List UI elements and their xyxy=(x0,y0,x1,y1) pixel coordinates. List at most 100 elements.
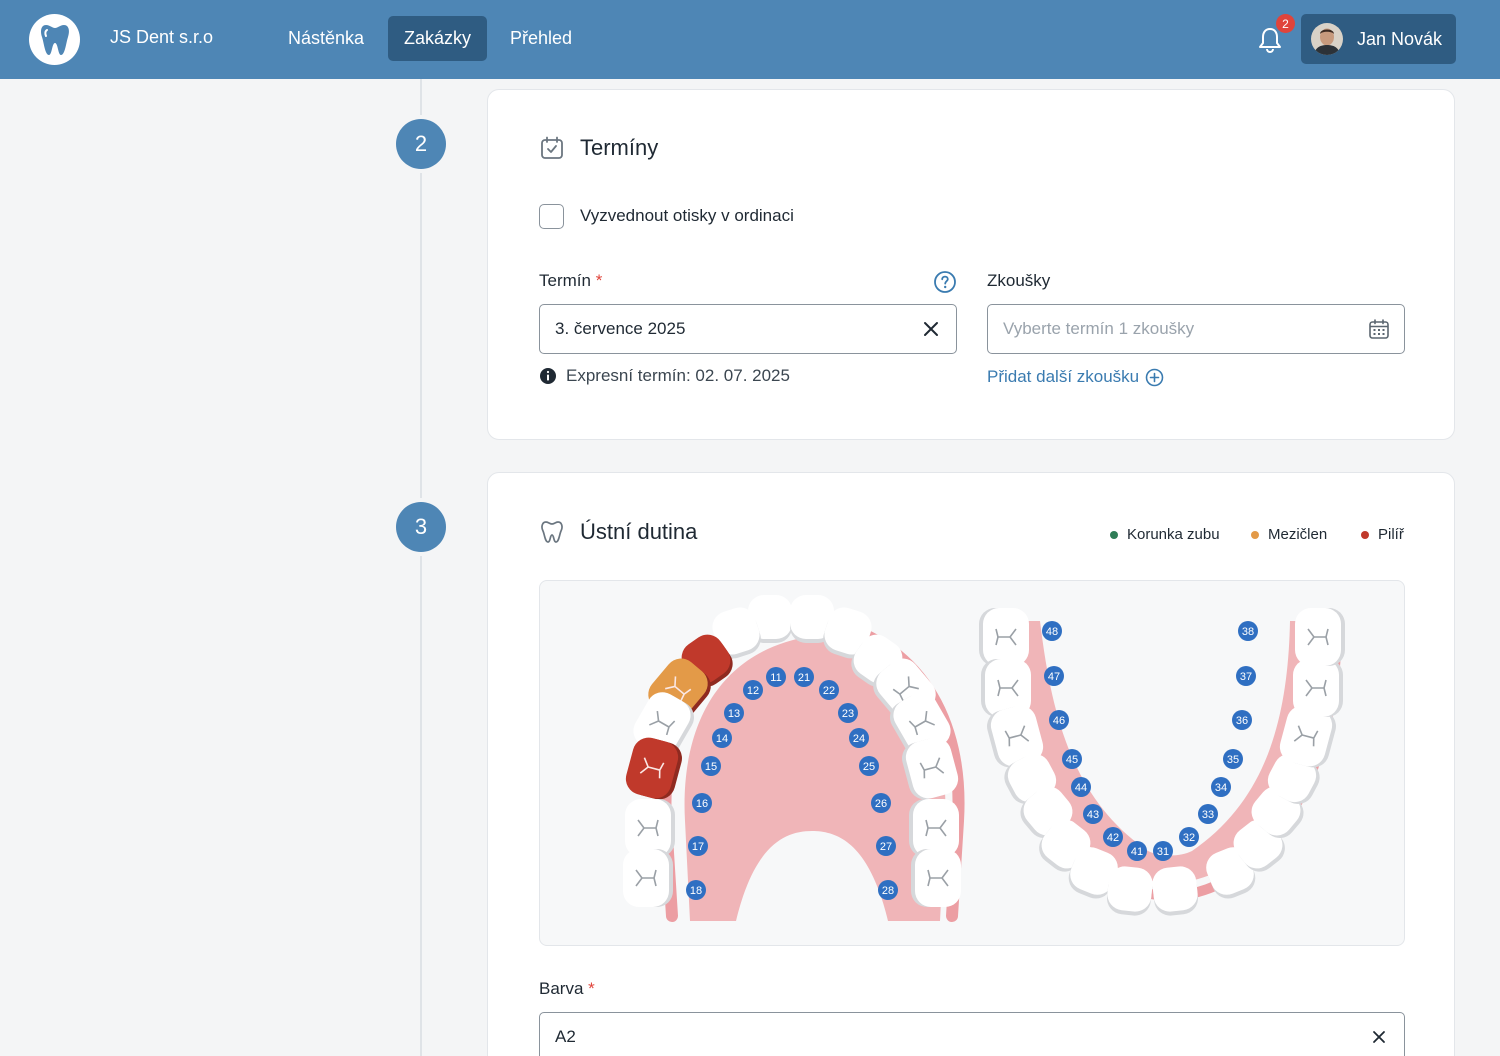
legend-pontic: Mezičlen xyxy=(1251,526,1327,543)
svg-text:31: 31 xyxy=(1157,846,1169,858)
svg-text:21: 21 xyxy=(798,672,810,684)
add-exam-label: Přidat další zkoušku xyxy=(987,367,1140,386)
tooth-number-43[interactable]: 43 xyxy=(1083,804,1103,824)
calendar-check-icon xyxy=(541,136,563,159)
nav-nastenka[interactable]: Nástěnka xyxy=(272,16,380,61)
tooth-number-41[interactable]: 41 xyxy=(1127,841,1147,861)
svg-text:28: 28 xyxy=(882,885,894,897)
tooth-28[interactable] xyxy=(911,849,961,907)
tooth-18[interactable] xyxy=(623,849,673,907)
step-2-marker: 2 xyxy=(396,119,446,169)
add-exam-link[interactable]: Přidat další zkoušku xyxy=(987,367,1164,387)
tooth-number-23[interactable]: 23 xyxy=(838,703,858,723)
user-menu-button[interactable]: Jan Novák xyxy=(1301,14,1456,64)
tooth-41[interactable] xyxy=(1105,865,1154,917)
tooth-number-38[interactable]: 38 xyxy=(1238,621,1258,641)
terminy-title: Termíny xyxy=(580,135,659,160)
tooth-number-42[interactable]: 42 xyxy=(1103,827,1123,847)
svg-text:47: 47 xyxy=(1048,671,1060,683)
tooth-number-16[interactable]: 16 xyxy=(692,793,712,813)
tooth-number-17[interactable]: 17 xyxy=(688,836,708,856)
tooth-number-14[interactable]: 14 xyxy=(712,728,732,748)
tooth-number-36[interactable]: 36 xyxy=(1232,710,1252,730)
tooth-number-44[interactable]: 44 xyxy=(1071,777,1091,797)
pickup-impressions-label[interactable]: Vyzvednout otisky v ordinaci xyxy=(580,206,794,226)
legend-dot-pontic xyxy=(1251,530,1259,539)
tooth-number-37[interactable]: 37 xyxy=(1236,666,1256,686)
tooth-number-22[interactable]: 22 xyxy=(819,680,839,700)
timeline-line xyxy=(420,79,422,1056)
tooth-17[interactable] xyxy=(625,799,675,857)
avatar xyxy=(1311,23,1343,55)
tooth-number-27[interactable]: 27 xyxy=(876,836,896,856)
tooth-number-21[interactable]: 21 xyxy=(794,667,814,687)
tooth-number-13[interactable]: 13 xyxy=(724,703,744,723)
tooth-37[interactable] xyxy=(1293,659,1343,717)
tooth-number-18[interactable]: 18 xyxy=(686,880,706,900)
tooth-number-45[interactable]: 45 xyxy=(1062,749,1082,769)
calendar-icon[interactable] xyxy=(1368,318,1390,340)
tooth-number-35[interactable]: 35 xyxy=(1223,749,1243,769)
help-icon[interactable] xyxy=(933,270,957,294)
nav-zakazky[interactable]: Zakázky xyxy=(388,16,488,61)
svg-text:37: 37 xyxy=(1240,671,1252,683)
pickup-impressions-checkbox[interactable] xyxy=(539,204,564,229)
svg-text:17: 17 xyxy=(692,841,704,853)
svg-text:14: 14 xyxy=(716,733,728,745)
tooth-number-25[interactable]: 25 xyxy=(859,756,879,776)
tooth-number-47[interactable]: 47 xyxy=(1044,666,1064,686)
tooth-number-12[interactable]: 12 xyxy=(743,680,763,700)
tooth-number-28[interactable]: 28 xyxy=(878,880,898,900)
tooth-38[interactable] xyxy=(1295,608,1345,666)
nav-prehled[interactable]: Přehled xyxy=(494,16,588,61)
tooth-number-24[interactable]: 24 xyxy=(849,728,869,748)
legend-abutment: Pilíř xyxy=(1361,526,1404,543)
tooth-number-26[interactable]: 26 xyxy=(871,793,891,813)
tooth-icon xyxy=(541,521,563,543)
tooth-number-11[interactable]: 11 xyxy=(766,667,786,687)
termin-input[interactable]: 3. července 2025 xyxy=(539,304,957,354)
user-name: Jan Novák xyxy=(1357,28,1443,49)
barva-input[interactable]: A2 xyxy=(539,1012,1405,1056)
svg-text:44: 44 xyxy=(1075,782,1087,794)
legend-crown: Korunka zubu xyxy=(1110,526,1220,543)
zkousky-placeholder: Vyberte termín 1 zkoušky xyxy=(1003,319,1195,338)
barva-required-mark: * xyxy=(588,979,595,998)
tooth-27[interactable] xyxy=(909,799,959,857)
clear-icon[interactable] xyxy=(1368,1026,1390,1048)
tooth-48[interactable] xyxy=(979,608,1029,666)
express-info-text: Expresní termín: 02. 07. 2025 xyxy=(566,366,790,385)
legend-crown-label: Korunka zubu xyxy=(1127,526,1220,543)
tooth-31[interactable] xyxy=(1151,865,1200,917)
dental-chart: 11 12 13 14 15 16 17 18 21 22 23 24 25 26 27 28 48 47 46 45… xyxy=(539,580,1405,946)
clear-icon[interactable] xyxy=(920,318,942,340)
ustni-title: Ústní dutina xyxy=(580,519,698,544)
barva-label: Barva * xyxy=(539,979,595,999)
svg-text:18: 18 xyxy=(690,885,702,897)
logo[interactable] xyxy=(29,14,80,65)
tooth-number-48[interactable]: 48 xyxy=(1042,621,1062,641)
svg-text:46: 46 xyxy=(1053,715,1065,727)
tooth-number-15[interactable]: 15 xyxy=(701,756,721,776)
company-name[interactable]: JS Dent s.r.o xyxy=(110,27,213,48)
barva-value: A2 xyxy=(555,1027,576,1046)
zkousky-input[interactable]: Vyberte termín 1 zkoušky xyxy=(987,304,1405,354)
teeth-diagram: 11 12 13 14 15 16 17 18 21 22 23 24 25 26 27 28 48 47 46 45… xyxy=(623,595,1345,922)
tooth-number-33[interactable]: 33 xyxy=(1198,804,1218,824)
tooth-logo-icon xyxy=(40,24,69,55)
svg-text:24: 24 xyxy=(853,733,865,745)
tooth-number-46[interactable]: 46 xyxy=(1049,710,1069,730)
svg-text:36: 36 xyxy=(1236,715,1248,727)
tooth-number-34[interactable]: 34 xyxy=(1211,777,1231,797)
step-3-marker: 3 xyxy=(396,502,446,552)
tooth-number-32[interactable]: 32 xyxy=(1179,827,1199,847)
termin-label-text: Termín xyxy=(539,271,591,290)
tooth-number-31[interactable]: 31 xyxy=(1153,841,1173,861)
svg-text:38: 38 xyxy=(1242,626,1254,638)
express-info: Expresní termín: 02. 07. 2025 xyxy=(539,366,790,386)
svg-text:23: 23 xyxy=(842,708,854,720)
legend-dot-abutment xyxy=(1361,530,1369,539)
svg-text:43: 43 xyxy=(1087,809,1099,821)
plus-circle-icon xyxy=(1145,368,1164,386)
svg-text:33: 33 xyxy=(1202,809,1214,821)
